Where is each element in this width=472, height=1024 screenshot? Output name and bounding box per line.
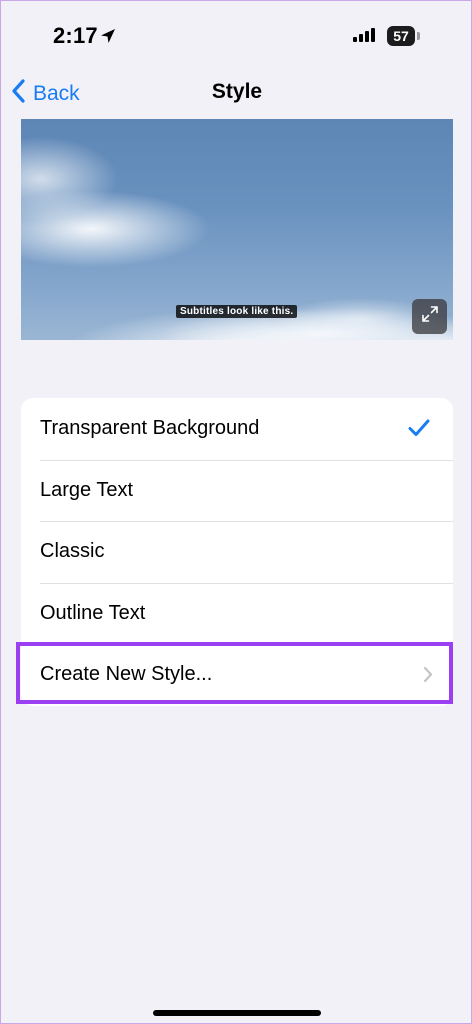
battery-tip bbox=[417, 32, 420, 40]
chevron-right-icon bbox=[423, 666, 433, 688]
style-label: Create New Style... bbox=[40, 663, 213, 686]
expand-icon bbox=[420, 304, 440, 329]
style-row-classic[interactable]: Classic bbox=[21, 521, 453, 583]
style-list: Transparent Background Large Text Classi… bbox=[21, 398, 453, 706]
style-row-large-text[interactable]: Large Text bbox=[21, 459, 453, 522]
style-label: Transparent Background bbox=[40, 417, 260, 440]
expand-button[interactable] bbox=[412, 299, 447, 334]
style-row-transparent-background[interactable]: Transparent Background bbox=[21, 398, 453, 460]
battery-icon: 57 bbox=[387, 26, 415, 46]
subtitle-preview: Subtitles look like this. bbox=[21, 119, 453, 340]
battery-level: 57 bbox=[393, 28, 409, 44]
cellular-signal-icon bbox=[353, 28, 375, 47]
style-label: Classic bbox=[40, 540, 105, 563]
home-indicator[interactable] bbox=[153, 1010, 321, 1016]
checkmark-icon bbox=[408, 418, 430, 443]
status-bar: 2:17 57 bbox=[1, 1, 472, 71]
create-new-style-button[interactable]: Create New Style... bbox=[21, 644, 453, 706]
style-row-outline-text[interactable]: Outline Text bbox=[21, 582, 453, 645]
style-label: Large Text bbox=[40, 478, 134, 501]
navigation-bar: Back Style bbox=[1, 71, 472, 115]
preview-subtitle: Subtitles look like this. bbox=[176, 305, 298, 318]
status-time: 2:17 bbox=[53, 23, 98, 48]
style-label: Outline Text bbox=[40, 601, 146, 624]
page-title: Style bbox=[211, 80, 263, 103]
location-arrow-icon bbox=[99, 27, 117, 50]
